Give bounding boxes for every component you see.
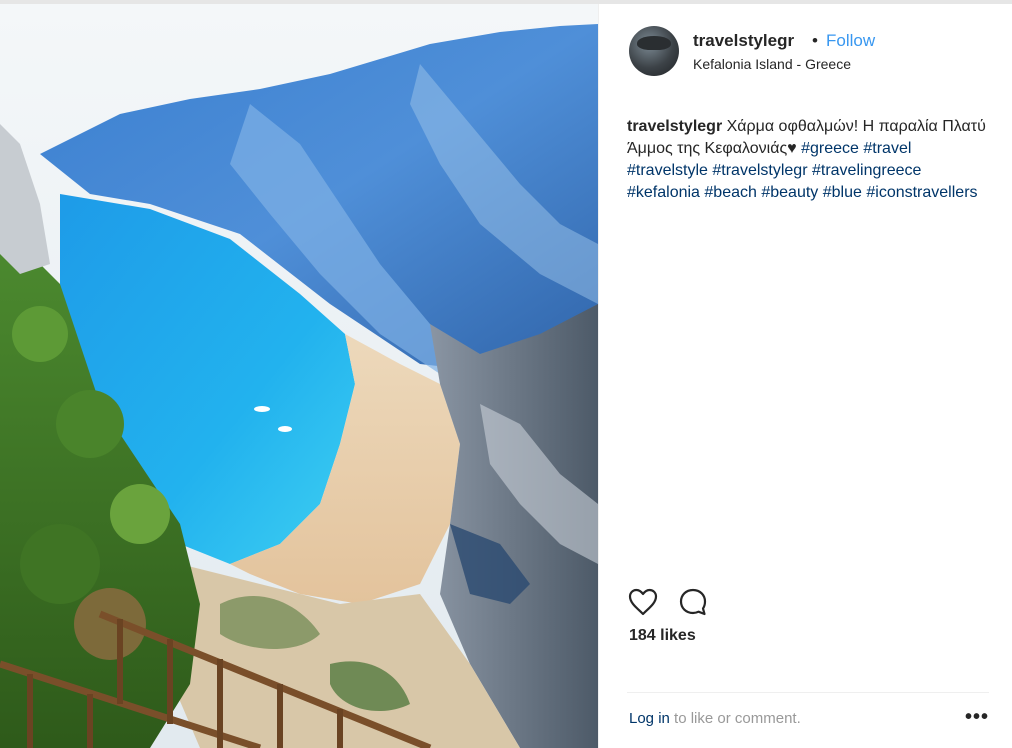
instagram-post-window: travelstylegr • Follow Kefalonia Island … — [0, 0, 1012, 748]
hashtag-link[interactable]: #blue — [823, 184, 862, 201]
avatar-hat-shape — [637, 36, 671, 50]
post-details-panel: travelstylegr • Follow Kefalonia Island … — [598, 4, 1012, 748]
hashtag-link[interactable]: #beauty — [761, 184, 818, 201]
divider — [627, 692, 989, 693]
more-options-icon[interactable]: ••• — [965, 706, 989, 729]
hashtag-link[interactable]: #kefalonia — [627, 184, 700, 201]
login-link[interactable]: Log in — [629, 710, 670, 727]
follow-button[interactable]: Follow — [826, 31, 875, 51]
caption-username-link[interactable]: travelstylegr — [627, 118, 722, 135]
avatar[interactable] — [629, 26, 679, 76]
hashtag-link[interactable]: #travel — [863, 140, 911, 157]
likes-count[interactable]: 184 likes — [629, 627, 696, 645]
post-header: travelstylegr • Follow Kefalonia Island … — [599, 4, 1012, 88]
beach-landscape-image — [0, 4, 598, 748]
comment-icon[interactable] — [677, 586, 709, 618]
separator-dot: • — [812, 31, 818, 50]
post-caption: travelstylegr Χάρμα οφθαλμών! Η παραλία … — [627, 116, 989, 204]
hashtag-link[interactable]: #travelingreece — [812, 162, 921, 179]
username-link[interactable]: travelstylegr — [693, 31, 794, 51]
location-link[interactable]: Kefalonia Island - Greece — [693, 56, 851, 72]
login-prompt-text: to like or comment. — [669, 710, 801, 727]
post-photo[interactable] — [0, 4, 598, 748]
hashtag-link[interactable]: #iconstravellers — [866, 184, 977, 201]
hashtag-link[interactable]: #travelstyle — [627, 162, 708, 179]
hashtag-link[interactable]: #greece — [801, 140, 859, 157]
hashtag-link[interactable]: #travelstylegr — [712, 162, 807, 179]
post-actions — [627, 584, 987, 618]
login-prompt: Log in to like or comment. — [629, 710, 801, 727]
heart-icon[interactable] — [627, 586, 659, 618]
hashtag-link[interactable]: #beach — [704, 184, 757, 201]
